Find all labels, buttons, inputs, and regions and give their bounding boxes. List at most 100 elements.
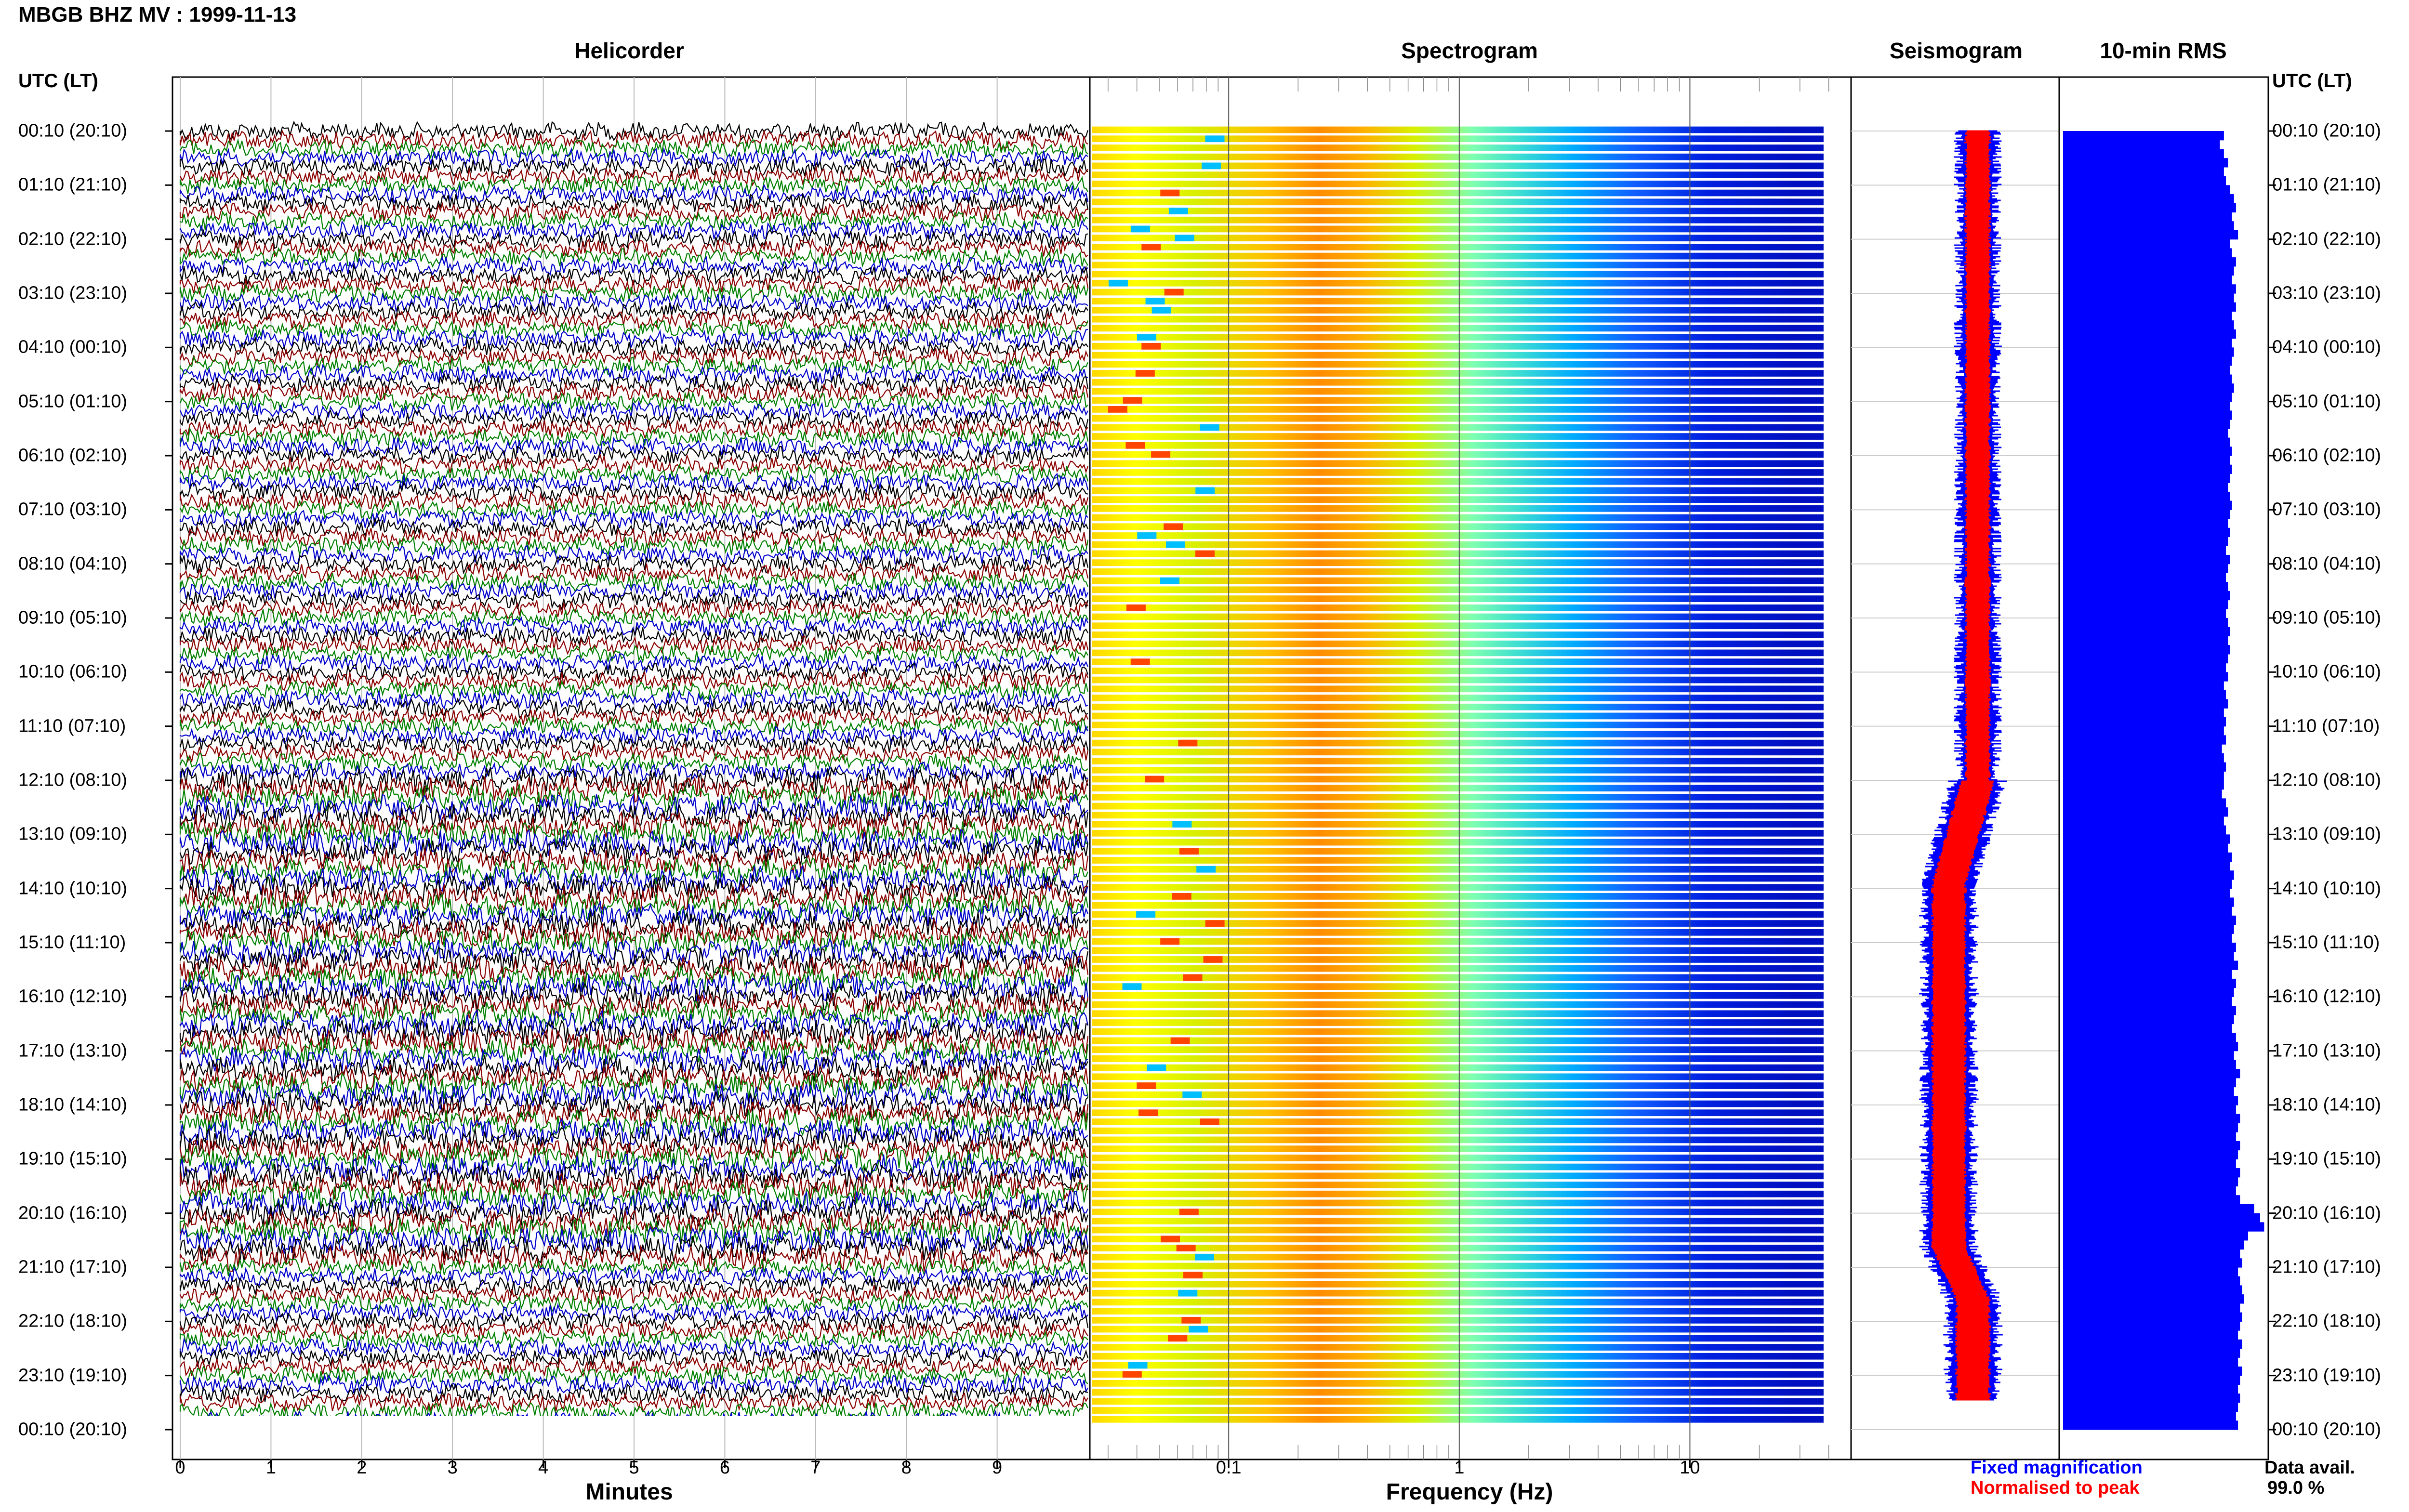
rms-bar (2063, 401, 2230, 411)
rms-bar (2063, 780, 2224, 790)
spectrogram-band (1092, 829, 1824, 837)
spectrogram-band (1092, 532, 1824, 539)
rms-bar (2063, 609, 2226, 618)
spectrogram-band (1092, 992, 1824, 999)
spectrogram-cell (1178, 1289, 1198, 1297)
rms-bar (2063, 176, 2226, 185)
spectrogram-cell (1178, 739, 1198, 747)
rms-bar (2063, 1213, 2261, 1223)
spectrogram-band (1092, 785, 1824, 792)
rms-bar (2063, 428, 2228, 438)
rms-bar (2063, 834, 2230, 844)
spectrogram-band (1092, 722, 1824, 729)
spectrogram-cell (1170, 1037, 1190, 1044)
rms-bar (2063, 951, 2234, 961)
spectrogram-band (1092, 1308, 1824, 1315)
rms-bar (2063, 1312, 2242, 1322)
rms-bar (2063, 1348, 2240, 1358)
rms-bar (2063, 1303, 2240, 1313)
rms-bar (2063, 1258, 2242, 1268)
rms-bar (2063, 681, 2224, 691)
spectrogram-band (1092, 649, 1824, 657)
spectrogram-panel (1089, 76, 1852, 1468)
spectrogram-band (1092, 442, 1824, 449)
spectrogram-cell (1200, 1118, 1219, 1125)
spectrogram-band (1092, 1316, 1824, 1324)
rms-bar (2063, 185, 2230, 195)
spectrogram-band (1092, 1136, 1824, 1144)
spectrogram-cell (1164, 289, 1184, 296)
spectrogram-band (1092, 1172, 1824, 1180)
spectrogram-band (1092, 1064, 1824, 1071)
spectrogram-band (1092, 252, 1824, 260)
spectrogram-band (1092, 902, 1824, 909)
spectrogram-cell (1130, 225, 1150, 233)
spectrogram-cell (1195, 550, 1215, 557)
rms-bar (2063, 789, 2222, 799)
spectrogram-cell (1137, 532, 1157, 539)
rms-bar (2063, 1141, 2240, 1151)
spectrogram-band (1092, 965, 1824, 972)
spectrogram-cell (1137, 334, 1156, 341)
spectrogram-cell (1179, 1209, 1199, 1216)
data-avail-label: Data avail. (2264, 1458, 2355, 1478)
spectrogram-band (1092, 776, 1824, 783)
spectrogram-band (1092, 1028, 1824, 1035)
spectrogram-band (1092, 893, 1824, 900)
spectrogram-band (1092, 198, 1824, 206)
spectrogram-band (1092, 911, 1824, 918)
spectrogram-cell (1175, 235, 1194, 242)
rms-bar (2063, 500, 2232, 510)
spectrogram-cell (1141, 244, 1161, 250)
rms-bar (2063, 1366, 2242, 1376)
rms-bar (2063, 347, 2234, 357)
spectrogram-band (1092, 938, 1824, 945)
spectrogram-band (1092, 758, 1824, 764)
rms-bar (2063, 744, 2222, 754)
spectrogram-band (1092, 469, 1824, 476)
rms-bar (2063, 473, 2230, 483)
rms-bar (2063, 1096, 2238, 1105)
spectrogram-band (1092, 983, 1824, 990)
rms-bar (2063, 1321, 2240, 1331)
spectrogram-band (1092, 1163, 1824, 1170)
rms-bar (2063, 699, 2228, 709)
rms-bar (2063, 1024, 2232, 1033)
spectrogram-band (1092, 541, 1824, 548)
rms-bar (2063, 870, 2234, 880)
spectrogram-band (1092, 821, 1824, 828)
rms-bar (2063, 1222, 2264, 1232)
spectrogram-band (1092, 1245, 1824, 1251)
spectrogram-cell (1164, 523, 1183, 530)
rms-bar (2063, 1240, 2244, 1250)
spectrogram-band (1092, 1226, 1824, 1234)
spectrogram-band (1092, 298, 1824, 305)
rms-bar (2063, 717, 2226, 727)
spectrogram-band (1092, 1046, 1824, 1053)
spectrogram-cell (1172, 893, 1191, 900)
spectrogram-band (1092, 171, 1824, 178)
rms-bar (2063, 420, 2230, 429)
chart-canvas (165, 76, 2276, 1468)
rms-bar (2063, 1204, 2254, 1214)
rms-bar (2063, 1087, 2234, 1096)
spectrogram-band (1092, 703, 1824, 710)
spectrogram-band (1092, 397, 1824, 404)
rms-bar (2063, 447, 2232, 456)
spectrogram-band (1092, 712, 1824, 720)
spectrogram-cell (1195, 487, 1215, 494)
rms-bar (2063, 266, 2234, 276)
rms-bar (2063, 365, 2230, 375)
rms-bar (2063, 573, 2226, 582)
rms-bar (2063, 1375, 2240, 1385)
rms-bar (2063, 140, 2220, 150)
spectrogram-cell (1141, 342, 1161, 350)
spectrogram-band (1092, 1335, 1824, 1342)
spectrogram-band (1092, 460, 1824, 467)
spectrogram-band (1092, 262, 1824, 269)
spectrogram-band (1092, 1190, 1824, 1197)
spectrogram-band (1092, 388, 1824, 395)
rms-bar (2063, 194, 2234, 204)
legend-fixed-magnification: Fixed magnification (1971, 1458, 2143, 1478)
rms-bar (2063, 933, 2232, 943)
